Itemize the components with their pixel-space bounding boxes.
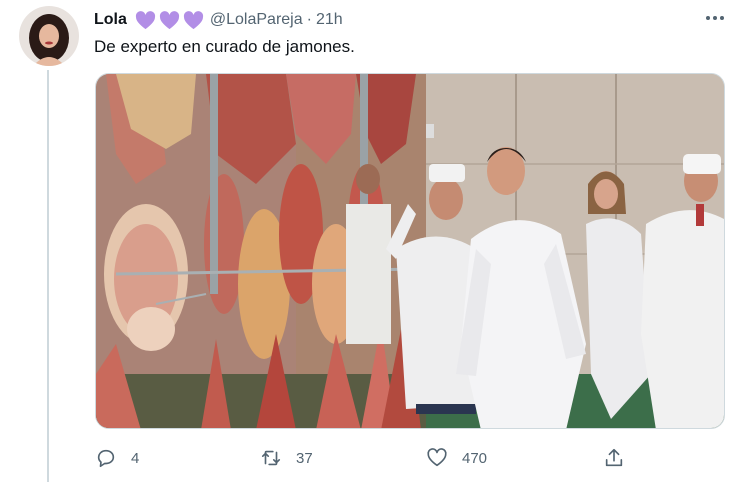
tweet-header: Lola @LolaPareja · 21h [94, 9, 343, 31]
reply-button[interactable]: 4 [95, 445, 139, 471]
retweet-button[interactable]: 37 [260, 445, 313, 471]
dot-separator: · [306, 11, 312, 28]
tweet-text: De experto en curado de jamones. [94, 37, 355, 56]
share-icon [605, 448, 623, 467]
reply-icon [97, 449, 115, 468]
reply-count: 4 [131, 449, 140, 467]
retweet-count: 37 [296, 449, 313, 467]
name-emoji [135, 10, 204, 30]
tweet-actions: 4 37 470 [95, 445, 635, 471]
like-count: 470 [462, 449, 488, 467]
more-options-icon [706, 16, 724, 20]
author-name[interactable]: Lola [94, 11, 127, 29]
heart-icon [427, 448, 447, 467]
thread-line [47, 70, 49, 482]
purple-heart-icon [135, 10, 156, 29]
retweet-icon [261, 450, 281, 466]
purple-heart-icon [183, 10, 204, 29]
share-button[interactable] [603, 445, 625, 471]
author-handle[interactable]: @LolaPareja [210, 11, 303, 29]
tweet-photo[interactable] [95, 73, 725, 429]
purple-heart-icon [159, 10, 180, 29]
avatar[interactable] [19, 6, 79, 66]
more-options-button[interactable] [702, 7, 728, 29]
like-button[interactable]: 470 [426, 445, 487, 471]
timestamp[interactable]: 21h [316, 11, 343, 29]
